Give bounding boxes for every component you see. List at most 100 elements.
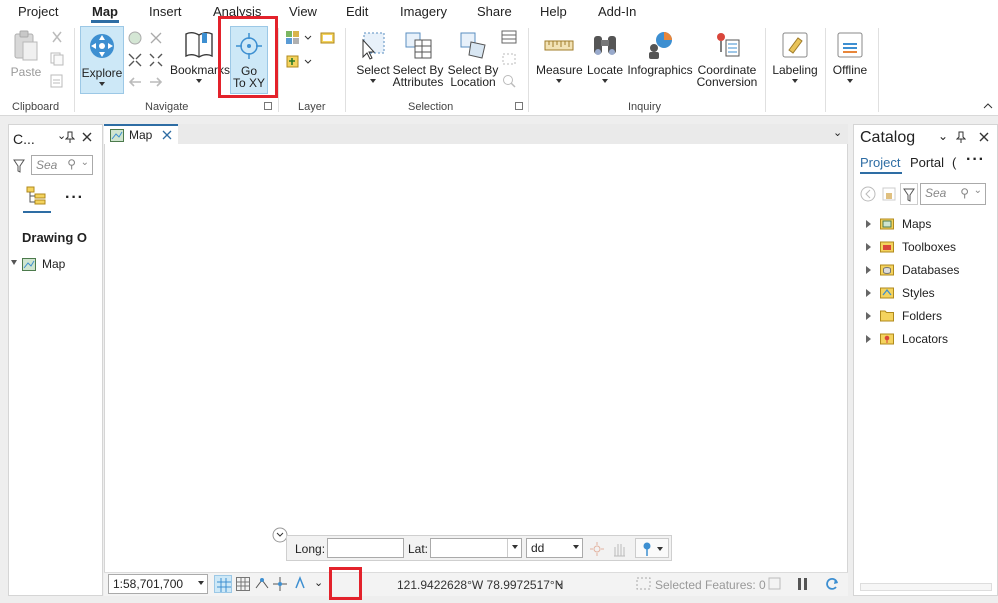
paste-button[interactable]: Paste xyxy=(8,30,44,78)
tab-share[interactable]: Share xyxy=(477,4,512,19)
explore-button[interactable]: Explore xyxy=(80,26,124,94)
expand-arrow-icon[interactable] xyxy=(11,260,17,265)
tab-edit[interactable]: Edit xyxy=(346,4,368,19)
pane-menu-chevron-icon[interactable]: ⌄ xyxy=(938,129,948,143)
latitude-input[interactable] xyxy=(430,538,522,558)
chevron-down-icon[interactable]: ⌄ xyxy=(974,185,982,196)
close-icon[interactable] xyxy=(978,131,990,143)
refresh-icon[interactable] xyxy=(824,576,840,592)
tab-help[interactable]: Help xyxy=(540,4,567,19)
select-by-location-button[interactable]: Select By Location xyxy=(447,30,499,88)
flash-icon[interactable] xyxy=(589,541,605,557)
grid-snap-icon[interactable] xyxy=(272,576,288,592)
fixed-zoom-icon[interactable] xyxy=(148,30,166,46)
pause-drawing-icon[interactable] xyxy=(796,576,810,592)
chevron-down-icon[interactable]: ⌄ xyxy=(314,576,323,589)
clear-selected-icon[interactable] xyxy=(768,577,782,591)
chevron-down-icon[interactable]: ⌄ xyxy=(81,157,89,168)
attributes-icon[interactable] xyxy=(501,30,517,44)
full-extent-icon[interactable] xyxy=(127,30,145,46)
tab-list-chevron-icon[interactable]: ⌄ xyxy=(833,126,842,139)
tab-insert[interactable]: Insert xyxy=(149,4,182,19)
expand-arrow-icon[interactable] xyxy=(866,243,871,251)
navigate-launcher-icon[interactable] xyxy=(264,102,272,110)
more-options-icon[interactable]: ··· xyxy=(65,189,84,207)
add-pin-button[interactable] xyxy=(635,538,669,558)
expand-arrow-icon[interactable] xyxy=(866,266,871,274)
chevron-down-icon[interactable] xyxy=(512,545,518,549)
back-arrow-icon[interactable] xyxy=(860,186,876,202)
select-by-attributes-button[interactable]: Select By Attributes xyxy=(392,30,444,88)
filter-button[interactable] xyxy=(900,183,918,205)
horizontal-scrollbar[interactable] xyxy=(860,583,992,591)
group-separator xyxy=(765,28,766,112)
catalog-item-databases[interactable]: Databases xyxy=(866,263,986,279)
add-data-icon[interactable] xyxy=(320,30,336,46)
expand-arrow-icon[interactable] xyxy=(866,335,871,343)
tab-add-in[interactable]: Add-In xyxy=(598,4,636,19)
basemap-icon[interactable] xyxy=(285,30,315,46)
select-button[interactable]: Select xyxy=(354,30,392,83)
coordinate-format-select[interactable]: dd xyxy=(526,538,583,558)
catalog-item-toolboxes[interactable]: Toolboxes xyxy=(866,240,986,256)
catalog-tab-overflow[interactable]: ( xyxy=(952,155,956,170)
map-grid-toggle[interactable] xyxy=(214,575,232,593)
copy-path-icon[interactable] xyxy=(49,74,65,88)
catalog-tab-portal[interactable]: Portal xyxy=(910,155,944,170)
infographics-button[interactable]: Infographics xyxy=(626,30,694,76)
drawing-order-heading: Drawing O xyxy=(22,230,88,245)
selection-launcher-icon[interactable] xyxy=(515,102,523,110)
pin-icon[interactable] xyxy=(956,131,966,143)
clear-selection-icon[interactable] xyxy=(501,52,517,66)
catalog-item-locators[interactable]: Locators xyxy=(866,332,986,348)
tree-item-map[interactable]: Map xyxy=(11,257,101,273)
catalog-item-styles[interactable]: Styles xyxy=(866,286,986,302)
back-arrow-icon[interactable] xyxy=(127,74,145,90)
catalog-search-input[interactable]: Sea ⚲ ⌄ xyxy=(920,183,986,205)
snapping-icon[interactable] xyxy=(254,576,270,592)
catalog-tab-project[interactable]: Project xyxy=(860,155,900,170)
home-icon[interactable] xyxy=(882,187,896,201)
catalog-item-maps-label: Maps xyxy=(902,217,932,231)
pan-hand-icon[interactable] xyxy=(611,540,627,558)
more-options-icon[interactable]: ··· xyxy=(966,151,985,169)
tab-imagery[interactable]: Imagery xyxy=(400,4,447,19)
expand-arrow-icon[interactable] xyxy=(866,220,871,228)
offline-button[interactable]: Offline xyxy=(830,30,870,83)
locate-button[interactable]: Locate xyxy=(586,30,624,83)
pin-icon[interactable] xyxy=(65,131,75,143)
close-icon[interactable] xyxy=(81,131,93,143)
table-icon[interactable] xyxy=(236,577,250,591)
tab-project[interactable]: Project xyxy=(18,4,58,19)
close-icon[interactable] xyxy=(162,130,172,140)
labeling-button[interactable]: Labeling xyxy=(770,30,820,83)
expand-arrow-icon[interactable] xyxy=(866,289,871,297)
infographics-label: Infographics xyxy=(627,63,693,77)
tab-view[interactable]: View xyxy=(289,4,317,19)
group-separator xyxy=(345,28,346,112)
tab-map[interactable]: Map xyxy=(91,4,119,23)
cut-icon[interactable] xyxy=(49,30,65,44)
coordinate-conversion-button[interactable]: Coordinate Conversion xyxy=(696,30,758,88)
zoom-to-selection-icon[interactable] xyxy=(501,74,517,88)
catalog-item-folders[interactable]: Folders xyxy=(866,309,986,325)
tab-map-view[interactable]: Map xyxy=(104,124,178,144)
coordinates-format-chevron-icon[interactable]: ⌄ xyxy=(555,576,564,589)
catalog-item-maps[interactable]: Maps xyxy=(866,217,986,233)
contents-search-input[interactable]: Sea ⚲ ⌄ xyxy=(31,155,93,175)
scale-select[interactable]: 1:58,701,700 xyxy=(108,574,208,594)
expand-arrow-icon[interactable] xyxy=(866,312,871,320)
list-by-drawing-order-icon[interactable] xyxy=(25,185,47,207)
forward-arrow-icon[interactable] xyxy=(148,74,166,90)
filter-icon[interactable] xyxy=(13,159,25,173)
add-graphics-icon[interactable] xyxy=(285,54,315,70)
north-arrow-icon[interactable] xyxy=(292,576,308,592)
measure-button[interactable]: Measure xyxy=(536,30,583,83)
map-view[interactable] xyxy=(104,124,848,596)
longitude-input[interactable] xyxy=(327,538,404,558)
copy-icon[interactable] xyxy=(49,52,65,66)
tree-item-map-label: Map xyxy=(42,257,66,271)
zoom-out-fixed-icon[interactable] xyxy=(148,52,166,68)
collapse-ribbon-icon[interactable] xyxy=(983,102,993,110)
zoom-in-fixed-icon[interactable] xyxy=(127,52,145,68)
